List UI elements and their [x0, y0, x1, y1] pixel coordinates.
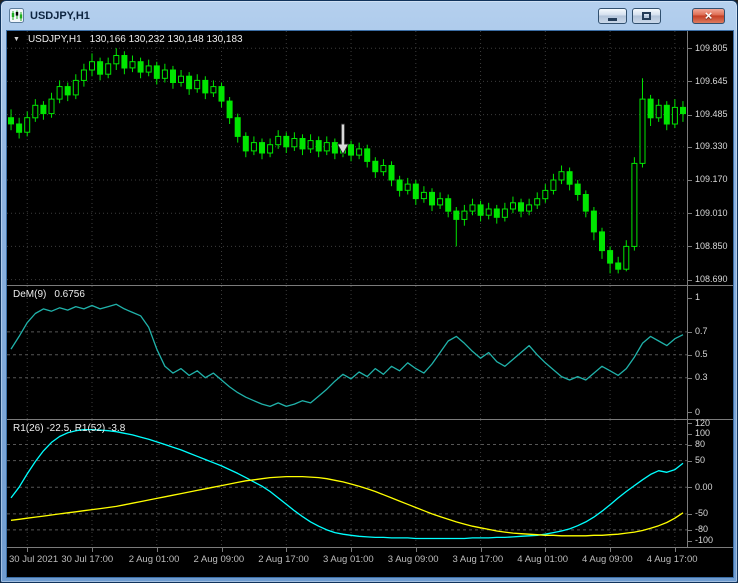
axis-tick: [688, 81, 692, 83]
time-label: 30 Jul 17:00: [61, 554, 114, 565]
window-controls: ×: [598, 8, 725, 24]
axis-label: 0.5: [695, 349, 708, 360]
mt4-chart-window: USDJPY,H1 × 109.805 109.645 109.485 109.330…: [0, 0, 738, 583]
axis-label: 0.7: [695, 326, 708, 337]
oscillator-axis[interactable]: 120 100 80 50 0.00 -50 -80 -100: [687, 417, 733, 547]
axis-tick: [688, 377, 692, 379]
axis-label: -80: [695, 524, 709, 535]
axis-label: 109.645: [695, 75, 728, 86]
time-label: 2 Aug 01:00: [128, 554, 180, 565]
time-label: 4 Aug 09:00: [582, 554, 633, 565]
oscillator-readout: R1(26) -22.5, R1(52) -3.8: [13, 423, 125, 434]
oscillator-plot: [7, 420, 687, 547]
maximize-button[interactable]: [632, 8, 661, 24]
axis-label: 109.010: [695, 207, 728, 218]
oscillator-values: R1(26) -22.5, R1(52) -3.8: [13, 423, 126, 434]
axis-tick: [688, 48, 692, 50]
axis-label: 0.00: [695, 481, 713, 492]
time-tick: [286, 548, 288, 552]
axis-tick: [688, 460, 692, 462]
ohlc-readout: ▼ USDJPY,H1 130,166 130,232 130,148 130,…: [13, 34, 243, 45]
axis-label: 80: [695, 439, 706, 450]
time-label: 3 Aug 17:00: [452, 554, 504, 565]
time-tick: [221, 548, 223, 552]
axis-label: 109.170: [695, 174, 728, 185]
axis-tick: [688, 246, 692, 248]
time-tick: [480, 548, 482, 552]
demarker-axis[interactable]: 1 0.7 0.5 0.3 0: [687, 286, 733, 419]
axis-tick: [688, 412, 692, 414]
axis-label: 1: [695, 291, 701, 302]
axis-label: 109.485: [695, 109, 728, 120]
time-tick: [156, 548, 158, 552]
axis-tick: [688, 279, 692, 281]
axis-label: 120: [695, 417, 711, 428]
axis-tick: [688, 540, 692, 542]
demarker-plot: [7, 286, 687, 419]
collapse-arrow-icon[interactable]: ▼: [13, 36, 20, 43]
axis-tick: [688, 331, 692, 333]
axis-label: -50: [695, 508, 709, 519]
time-tick: [674, 548, 676, 552]
demarker-name: DeM(9): [13, 289, 47, 300]
time-tick: [610, 548, 612, 552]
axis-label: -100: [695, 535, 714, 546]
chart-client-area: 109.805 109.645 109.485 109.330 109.170 109.0…: [6, 30, 734, 578]
time-label: 2 Aug 09:00: [193, 554, 245, 565]
axis-tick: [688, 433, 692, 435]
axis-label: 100: [695, 428, 711, 439]
minimize-button[interactable]: [598, 8, 627, 24]
axis-tick: [688, 529, 692, 531]
axis-tick: [688, 444, 692, 446]
axis-label: 108.850: [695, 240, 728, 251]
demarker-pane[interactable]: 1 0.7 0.5 0.3 0 DeM(9) 0.6756: [7, 286, 733, 419]
axis-label: 108.690: [695, 274, 728, 285]
demarker-value: 0.6756: [54, 289, 85, 300]
close-button[interactable]: ×: [692, 8, 725, 24]
price-pane[interactable]: 109.805 109.645 109.485 109.330 109.170 109.0…: [7, 31, 733, 285]
axis-label: 0: [695, 406, 701, 417]
axis-tick: [688, 297, 692, 299]
price-axis[interactable]: 109.805 109.645 109.485 109.330 109.170 109.0…: [687, 31, 733, 285]
symbol-period-label: USDJPY,H1: [27, 34, 82, 45]
time-tick: [351, 548, 352, 552]
axis-label: 50: [695, 455, 706, 466]
axis-tick: [688, 180, 692, 181]
time-tick: [415, 548, 417, 552]
time-tick: [92, 548, 93, 552]
axis-tick: [688, 146, 692, 148]
axis-tick: [688, 513, 692, 515]
time-axis[interactable]: 30 Jul 2021 30 Jul 17:00 2 Aug 01:00 2 Aug …: [7, 548, 733, 572]
axis-label: 0.3: [695, 372, 708, 383]
time-label: 2 Aug 17:00: [258, 554, 309, 565]
candlestick-plot: [7, 31, 687, 285]
time-label: 4 Aug 17:00: [646, 554, 698, 565]
close-icon: ×: [704, 8, 713, 23]
time-tick: [27, 548, 29, 552]
axis-label: 109.330: [695, 141, 728, 152]
demarker-readout: DeM(9) 0.6756: [13, 289, 85, 300]
axis-tick: [688, 354, 692, 356]
time-label: 4 Aug 01:00: [517, 554, 569, 565]
axis-tick: [688, 114, 692, 116]
time-label: 30 Jul 2021: [9, 554, 59, 565]
time-label: 3 Aug 01:00: [323, 554, 374, 565]
oscillator-pane[interactable]: 120 100 80 50 0.00 -50 -80 -100 R1(26) -22.5, R…: [7, 417, 733, 547]
axis-tick: [688, 487, 692, 489]
maximize-icon: [642, 12, 651, 20]
axis-label: 109.805: [695, 42, 728, 53]
time-tick: [545, 548, 547, 552]
titlebar[interactable]: USDJPY,H1 ×: [1, 1, 737, 30]
axis-tick: [688, 213, 692, 215]
window-title: USDJPY,H1: [30, 9, 90, 22]
chart-window-icon: [9, 8, 24, 23]
ohlc-values: 130,166 130,232 130,148 130,183: [89, 34, 243, 45]
down-arrow-annotation[interactable]: [336, 123, 350, 155]
time-label: 3 Aug 09:00: [387, 554, 439, 565]
minimize-icon: [608, 18, 617, 21]
axis-tick: [688, 423, 692, 425]
